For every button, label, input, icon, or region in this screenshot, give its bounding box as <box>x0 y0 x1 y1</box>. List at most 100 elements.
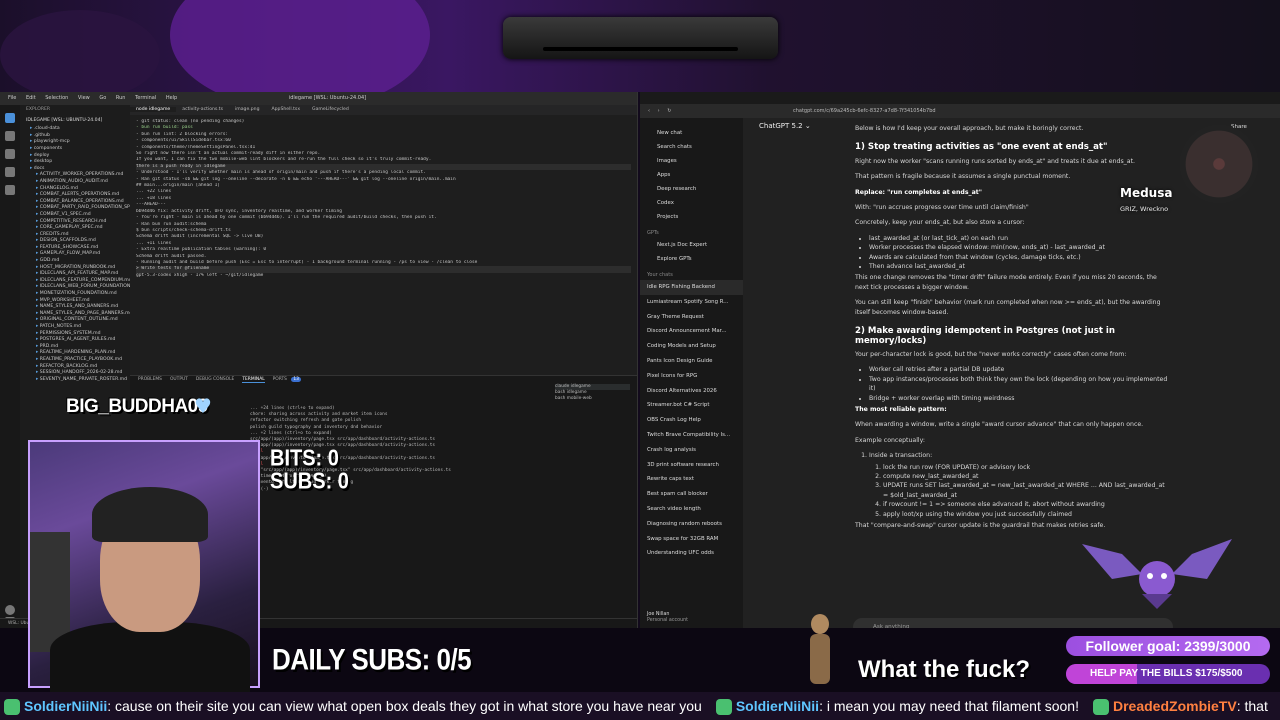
chat-message: cause on their site you can view what op… <box>115 698 702 714</box>
user-plan: Personal account <box>647 618 689 623</box>
terminal-entry[interactable]: bash mobile-web <box>555 396 630 402</box>
file-item[interactable]: ACTIVITY_WORKER_OPERATIONS.md <box>20 172 130 179</box>
back-icon[interactable]: ‹ <box>648 108 650 114</box>
file-item[interactable]: POSTGRES_AI_AGENT_RULES.md <box>20 337 130 344</box>
file-item[interactable]: NAME_STYLES_AND_BANNERS.md <box>20 304 130 311</box>
address-bar[interactable]: ‹ › ↻ chatgpt.com/c/69a245cb-6efc-8327-a… <box>640 104 1280 118</box>
run-debug-icon[interactable] <box>5 167 15 177</box>
file-item[interactable]: IDLECLANS_API_FEATURE_MAP.md <box>20 271 130 278</box>
tab-gamelifecycled[interactable]: GameLifecycled <box>306 107 355 112</box>
chat-history-item[interactable]: Discord Announcement Mar... <box>640 324 743 339</box>
chat-history-item[interactable]: Crash log analysis <box>640 443 743 458</box>
chat-history-item[interactable]: Coding Models and Setup <box>640 339 743 354</box>
paragraph-bold: The most reliable pattern: <box>855 405 947 413</box>
file-item[interactable]: ORIGINAL_CONTENT_OUTLINE.md <box>20 317 130 324</box>
menu-help[interactable]: Help <box>166 95 177 101</box>
chat-history-item[interactable]: Best spam call blocker <box>640 487 743 502</box>
explorer-icon[interactable] <box>5 113 15 123</box>
source-control-icon[interactable] <box>5 149 15 159</box>
chat-history-item[interactable]: Discord Alternatives 2026 <box>640 384 743 399</box>
tab-problems[interactable]: PROBLEMS <box>138 377 162 382</box>
folder-item[interactable]: playwright-mcp <box>20 139 130 146</box>
sidebar-item-explore-gpts[interactable]: Explore GPTs <box>640 252 743 266</box>
tab-activity-actions[interactable]: activity-actions.ts <box>176 107 229 112</box>
model-selector[interactable]: ChatGPT 5.2 ⌄ <box>759 122 811 130</box>
user-account[interactable]: Joe Nillan Personal account <box>647 612 688 624</box>
heart-icon: ♥ <box>194 394 212 418</box>
chat-history-item[interactable]: Gray Theme Request <box>640 310 743 325</box>
chat-history-item[interactable]: Lumiastream Spotify Song R... <box>640 295 743 310</box>
sidebar-item-apps[interactable]: Apps <box>640 168 743 182</box>
forward-icon[interactable]: › <box>658 108 660 114</box>
workspace-name[interactable]: IDLEGAME [WSL: UBUNTU-24.04] <box>20 116 130 127</box>
file-item[interactable]: COMBAT_ALERTS_OPERATIONS.md <box>20 192 130 199</box>
chat-history-item[interactable]: Twitch Brave Compatibility Is... <box>640 428 743 443</box>
chat-history-item[interactable]: Search video length <box>640 502 743 517</box>
tab-appshell[interactable]: AppShell.tsx <box>265 107 306 112</box>
menu-file[interactable]: File <box>8 95 16 101</box>
sidebar-item-gpt[interactable]: Next.js Doc Expert <box>640 238 743 252</box>
alert-text: What the fuck? <box>858 656 1030 683</box>
tab-node-idlegame[interactable]: node idlegame <box>130 107 177 112</box>
folder-item[interactable]: .cloud-data <box>20 126 130 133</box>
sidebar-item-search-chats[interactable]: Search chats <box>640 140 743 154</box>
tab-debug-console[interactable]: DEBUG CONSOLE <box>196 377 234 382</box>
reload-icon[interactable]: ↻ <box>667 108 671 114</box>
account-icon[interactable] <box>5 605 15 615</box>
file-item[interactable]: REALTIME_PRACTICE_PLAYBOOK.md <box>20 357 130 364</box>
file-item[interactable]: SEVENTY_NAME_PRIVATE_ROSTER.md <box>20 377 130 384</box>
sidebar-item-deep-research[interactable]: Deep research <box>640 182 743 196</box>
file-item[interactable]: REALTIME_HARDENING_PLAN.md <box>20 350 130 357</box>
chevron-down-icon: ⌄ <box>804 122 811 130</box>
menu-edit[interactable]: Edit <box>26 95 36 101</box>
file-item[interactable]: CORE_GAMEPLAY_SPEC.md <box>20 225 130 232</box>
browser-tabstrip <box>640 92 1280 104</box>
extensions-icon[interactable] <box>5 185 15 195</box>
step-item: lock the run row (FOR UPDATE) or advisor… <box>883 463 1170 472</box>
menu-run[interactable]: Run <box>116 95 126 101</box>
chat-history-item[interactable]: Diagnosing random reboots <box>640 517 743 532</box>
folder-item[interactable]: desktop <box>20 159 130 166</box>
file-item[interactable]: MONETIZATION_FOUNDATION.md <box>20 291 130 298</box>
chat-history-item[interactable]: Idle RPG Fishing Backend <box>640 280 743 295</box>
file-item[interactable]: GDD.md <box>20 258 130 265</box>
step-item: apply loot/xp using the window you just … <box>883 510 1170 519</box>
bills-goal-label: HELP PAY THE BILLS $175/$500 <box>1090 668 1243 679</box>
menu-selection[interactable]: Selection <box>45 95 68 101</box>
sidebar-item-images[interactable]: Images <box>640 154 743 168</box>
menu-view[interactable]: View <box>78 95 90 101</box>
file-item[interactable]: ANIMATION_AUDIO_AUDIT.md <box>20 179 130 186</box>
sidebar-item-codex[interactable]: Codex <box>640 196 743 210</box>
chat-ticker: SoldierNiiNii: cause on their site you c… <box>0 692 1280 720</box>
file-item[interactable]: PATCH_NOTES.md <box>20 324 130 331</box>
album-art <box>1112 123 1202 218</box>
chat-history-item[interactable]: Swap space for 32GB RAM <box>640 532 743 547</box>
file-item[interactable]: COMBAT_V1_SPEC.md <box>20 212 130 219</box>
chat-history-item[interactable]: Rewrite caps text <box>640 472 743 487</box>
list-item: Bridge + worker overlap with timing weir… <box>869 394 1170 403</box>
chat-history-item[interactable]: OBS Crash Log Help <box>640 413 743 428</box>
chat-history-item[interactable]: Pants Icon Design Guide <box>640 354 743 369</box>
terminal-list: claude idlegame bash idlegame bash mobil… <box>555 384 630 424</box>
chat-history-item[interactable]: 3D print software research <box>640 458 743 473</box>
file-item[interactable]: SESSION_HANDOFF_2026-02-28.md <box>20 370 130 377</box>
tab-image[interactable]: image.png <box>229 107 266 112</box>
tab-output[interactable]: OUTPUT <box>170 377 188 382</box>
file-item[interactable]: DESIGN_SCAFFOLDS.md <box>20 238 130 245</box>
terminal-editor-content[interactable]: - git status: clean (no pending changes)… <box>136 119 631 279</box>
list-item: Then advance last_awarded_at <box>869 262 1170 271</box>
sidebar-item-projects[interactable]: Projects <box>640 210 743 224</box>
chat-history-item[interactable]: Streamer.bot C# Script <box>640 398 743 413</box>
tab-ports[interactable]: PORTS <box>273 377 287 382</box>
paragraph: Example conceptually: <box>855 436 925 444</box>
folder-item[interactable]: components <box>20 146 130 153</box>
chat-history-item[interactable]: Understanding UFC odds <box>640 546 743 561</box>
url-text[interactable]: chatgpt.com/c/69a245cb-6efc-8327-a7d8-7f… <box>793 108 936 114</box>
sidebar-item-new-chat[interactable]: New chat <box>640 126 743 140</box>
file-item[interactable]: COMBAT_PARTY_RAID_FOUNDATION_SPEC... <box>20 205 130 212</box>
search-icon[interactable] <box>5 131 15 141</box>
menu-go[interactable]: Go <box>99 95 106 101</box>
tab-terminal[interactable]: TERMINAL <box>242 377 265 383</box>
chat-history-item[interactable]: Pixel Icons for RPG <box>640 369 743 384</box>
menu-terminal[interactable]: Terminal <box>135 95 156 101</box>
